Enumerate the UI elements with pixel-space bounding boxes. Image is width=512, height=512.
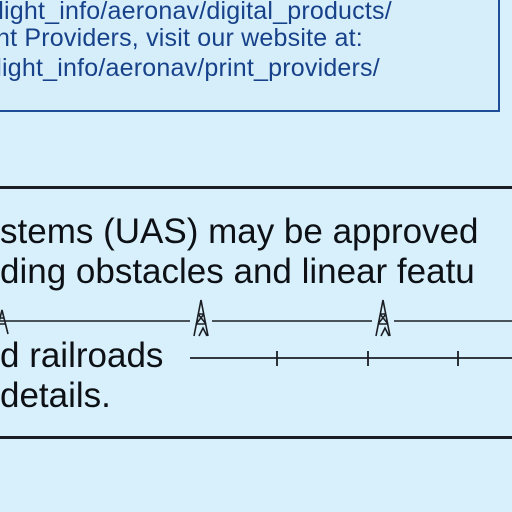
railroad-symbol	[190, 351, 512, 366]
website-notice-box: /flight_info/aeronav/digital_products/ n…	[0, 0, 500, 112]
digital-products-url[interactable]: /flight_info/aeronav/digital_products/	[0, 0, 392, 26]
tower-icon	[375, 299, 391, 337]
uas-text-line-2: ding obstacles and linear featu	[0, 252, 475, 291]
print-providers-url[interactable]: /flight_info/aeronav/print_providers/	[0, 54, 380, 83]
print-providers-text: nt Providers, visit our website at:	[0, 24, 363, 52]
railroads-label: d railroads	[0, 336, 164, 375]
tower-icon	[193, 299, 209, 337]
powerline-symbol	[0, 299, 512, 337]
section-divider-bottom	[0, 436, 512, 439]
section-divider-top	[0, 186, 512, 189]
details-text: details.	[0, 376, 111, 415]
uas-text-line-1: stems (UAS) may be approved	[0, 212, 479, 251]
tower-icon	[0, 309, 9, 335]
